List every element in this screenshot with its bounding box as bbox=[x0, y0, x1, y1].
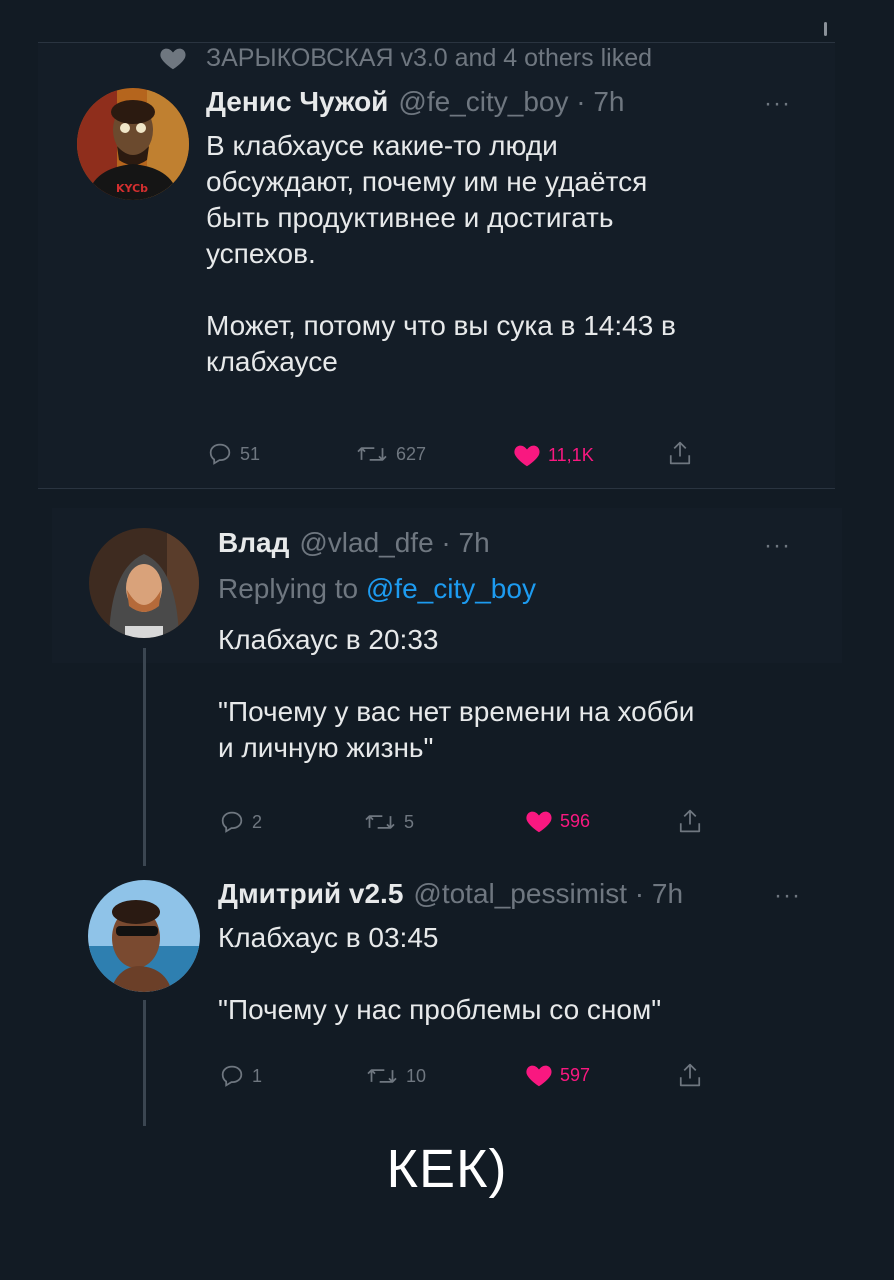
share-icon bbox=[676, 806, 704, 836]
tweet-2-header: Влад @vlad_dfe · 7h bbox=[218, 527, 490, 559]
tweet-1-text: В клабхаусе какие-то люди обсуждают, поч… bbox=[206, 130, 676, 377]
author-handle[interactable]: @total_pessimist · 7h bbox=[413, 878, 683, 910]
retweet-icon bbox=[362, 808, 398, 836]
reply-button[interactable]: 2 bbox=[218, 808, 262, 836]
reply-button[interactable]: 51 bbox=[206, 440, 260, 468]
like-button[interactable]: 11,1K bbox=[512, 440, 594, 470]
heart-filled-icon bbox=[512, 440, 542, 470]
share-icon bbox=[666, 438, 694, 468]
retweet-button[interactable]: 627 bbox=[354, 440, 426, 468]
reply-icon bbox=[206, 440, 234, 468]
reply-count: 1 bbox=[252, 1065, 263, 1086]
replying-prefix: Replying to bbox=[218, 573, 359, 604]
more-options-icon[interactable]: ··· bbox=[764, 532, 791, 560]
more-options-icon[interactable]: ··· bbox=[764, 90, 791, 118]
share-button[interactable] bbox=[676, 1060, 704, 1090]
retweet-button[interactable]: 5 bbox=[362, 808, 414, 836]
retweet-count: 5 bbox=[404, 811, 415, 832]
like-count: 11,1K bbox=[548, 444, 594, 465]
like-count: 597 bbox=[560, 1064, 591, 1085]
replying-mention[interactable]: @fe_city_boy bbox=[366, 573, 536, 604]
author-handle[interactable]: @fe_city_boy · 7h bbox=[398, 86, 624, 118]
avatar-dmitry[interactable] bbox=[88, 880, 200, 992]
retweet-icon bbox=[354, 440, 390, 468]
more-options-icon[interactable]: ··· bbox=[774, 882, 801, 910]
like-count: 596 bbox=[560, 810, 591, 831]
avatar-vlad[interactable] bbox=[89, 528, 199, 638]
like-button[interactable]: 597 bbox=[524, 1060, 590, 1090]
tweet-1-header: Денис Чужой @fe_city_boy · 7h bbox=[206, 86, 625, 118]
reply-icon bbox=[218, 1062, 246, 1090]
share-button[interactable] bbox=[666, 438, 694, 468]
heart-icon bbox=[158, 43, 188, 73]
screenshot: ЗАРЫКОВСКАЯ v3.0 and 4 others liked KYCb… bbox=[0, 0, 894, 1280]
thread-line bbox=[143, 1000, 146, 1126]
retweet-count: 627 bbox=[396, 443, 427, 464]
tweet-3-text: Клабхаус в 03:45 "Почему у нас проблемы … bbox=[218, 922, 662, 1025]
reply-button[interactable]: 1 bbox=[218, 1062, 262, 1090]
tweet-2-text: Клабхаус в 20:33 "Почему у вас нет време… bbox=[218, 624, 695, 763]
heart-filled-icon bbox=[524, 806, 554, 836]
heart-filled-icon bbox=[524, 1060, 554, 1090]
reply-count: 51 bbox=[240, 443, 261, 464]
avatar-denis[interactable]: KYCb bbox=[77, 88, 189, 200]
author-handle[interactable]: @vlad_dfe · 7h bbox=[299, 527, 489, 559]
scrollbar[interactable] bbox=[824, 22, 827, 36]
svg-text:KYCb: KYCb bbox=[116, 182, 148, 195]
retweet-button[interactable]: 10 bbox=[364, 1062, 426, 1090]
meme-caption: КЕК) bbox=[386, 1139, 508, 1199]
author-name[interactable]: Денис Чужой bbox=[206, 86, 388, 118]
replying-to: Replying to @fe_city_boy bbox=[218, 573, 536, 605]
thread-line bbox=[143, 648, 146, 866]
reply-icon bbox=[218, 808, 246, 836]
social-context-text[interactable]: ЗАРЫКОВСКАЯ v3.0 and 4 others liked bbox=[206, 44, 652, 73]
reply-count: 2 bbox=[252, 811, 263, 832]
like-button[interactable]: 596 bbox=[524, 806, 590, 836]
author-name[interactable]: Влад bbox=[218, 527, 289, 559]
author-name[interactable]: Дмитрий v2.5 bbox=[218, 878, 403, 910]
share-icon bbox=[676, 1060, 704, 1090]
retweet-count: 10 bbox=[406, 1065, 427, 1086]
tweet-3-header: Дмитрий v2.5 @total_pessimist · 7h bbox=[218, 878, 683, 910]
social-context: ЗАРЫКОВСКАЯ v3.0 and 4 others liked bbox=[158, 42, 652, 74]
share-button[interactable] bbox=[676, 806, 704, 836]
retweet-icon bbox=[364, 1062, 400, 1090]
